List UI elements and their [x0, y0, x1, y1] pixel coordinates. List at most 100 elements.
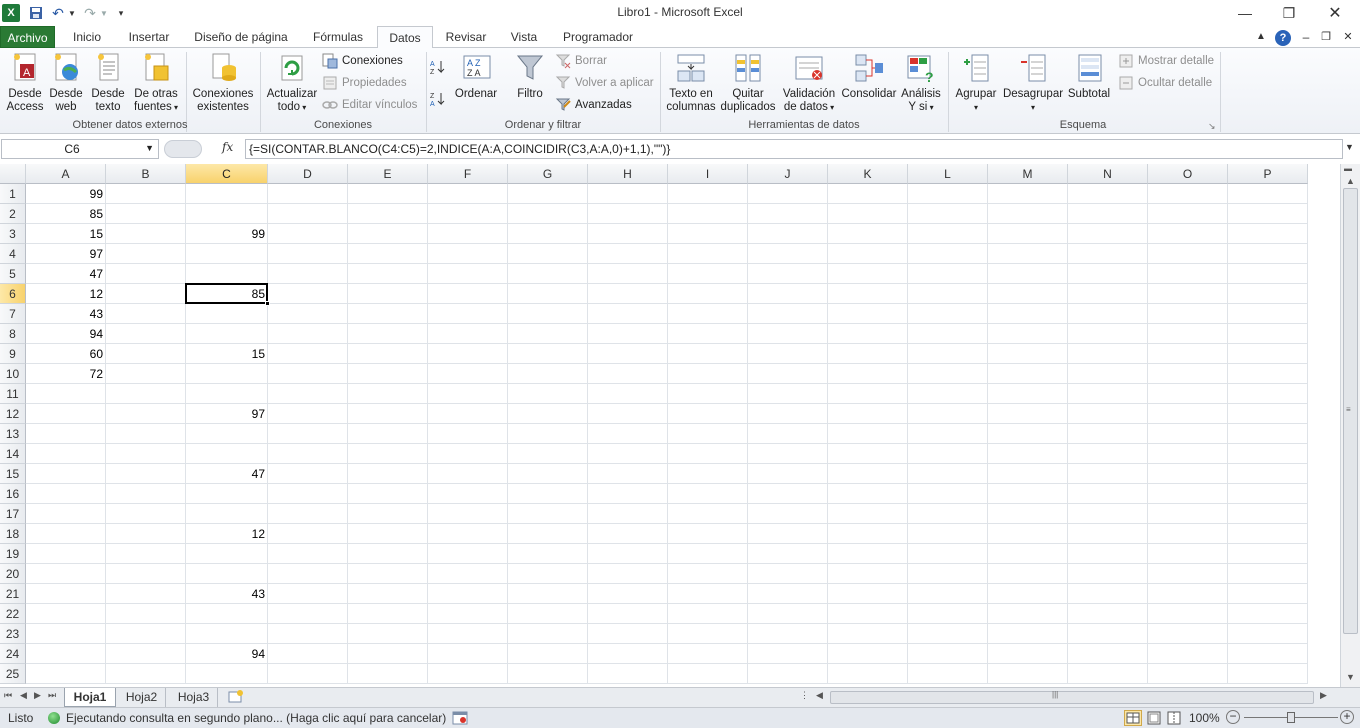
- cell-C21[interactable]: 43: [186, 584, 268, 604]
- cell-C22[interactable]: [186, 604, 268, 624]
- clear-filter-button[interactable]: Borrar: [555, 52, 607, 70]
- last-sheet-icon[interactable]: ⏭: [48, 690, 56, 701]
- cell-A24[interactable]: [26, 644, 106, 664]
- minimize-button[interactable]: —: [1222, 0, 1268, 26]
- edit-links-button[interactable]: Editar vínculos: [322, 96, 417, 114]
- cell-A14[interactable]: [26, 444, 106, 464]
- cell-A1[interactable]: 99: [26, 184, 106, 204]
- tab-inicio[interactable]: Inicio: [62, 26, 112, 48]
- cell-A22[interactable]: [26, 604, 106, 624]
- row-header-13[interactable]: 13: [0, 424, 26, 444]
- row-header-9[interactable]: 9: [0, 344, 26, 364]
- cell-C20[interactable]: [186, 564, 268, 584]
- restore-button[interactable]: ❐: [1266, 0, 1312, 26]
- cell-C9[interactable]: 15: [186, 344, 268, 364]
- cell-C3[interactable]: 99: [186, 224, 268, 244]
- cell-A15[interactable]: [26, 464, 106, 484]
- column-header-I[interactable]: I: [668, 164, 748, 184]
- row-header-4[interactable]: 4: [0, 244, 26, 264]
- row-header-3[interactable]: 3: [0, 224, 26, 244]
- properties-button[interactable]: Propiedades: [322, 74, 407, 92]
- cell-C24[interactable]: 94: [186, 644, 268, 664]
- row-header-18[interactable]: 18: [0, 524, 26, 544]
- row-header-1[interactable]: 1: [0, 184, 26, 204]
- column-header-E[interactable]: E: [348, 164, 428, 184]
- cell-C14[interactable]: [186, 444, 268, 464]
- column-header-H[interactable]: H: [588, 164, 668, 184]
- cell-C13[interactable]: [186, 424, 268, 444]
- scroll-up-icon[interactable]: ▲: [1346, 176, 1355, 186]
- formula-bar-resizer[interactable]: [164, 140, 202, 158]
- vertical-scrollbar[interactable]: ▬ ▲ ≡ ▼: [1340, 164, 1360, 687]
- column-header-J[interactable]: J: [748, 164, 828, 184]
- row-header-16[interactable]: 16: [0, 484, 26, 504]
- scroll-down-icon[interactable]: ▼: [1346, 672, 1355, 682]
- row-header-8[interactable]: 8: [0, 324, 26, 344]
- help-icon[interactable]: ?: [1274, 26, 1292, 48]
- consolidate-button[interactable]: Consolidar: [840, 52, 898, 101]
- cell-C25[interactable]: [186, 664, 268, 684]
- tab-archivo[interactable]: Archivo: [0, 26, 55, 48]
- tab-formulas[interactable]: Fórmulas: [304, 26, 372, 48]
- zoom-slider-thumb[interactable]: [1287, 712, 1295, 723]
- row-header-22[interactable]: 22: [0, 604, 26, 624]
- first-sheet-icon[interactable]: ⏮: [4, 690, 12, 701]
- row-header-12[interactable]: 12: [0, 404, 26, 424]
- refresh-all-button[interactable]: Actualizar todo ▾: [264, 52, 320, 114]
- column-header-A[interactable]: A: [26, 164, 106, 184]
- row-header-24[interactable]: 24: [0, 644, 26, 664]
- select-all-corner[interactable]: [0, 164, 26, 184]
- cell-A17[interactable]: [26, 504, 106, 524]
- spreadsheet-grid[interactable]: A B C D E F G H I J K L M N O P 1 99 2 85 3 15 99 4 97 5 47 6 12 85 7 4…: [0, 164, 1340, 687]
- cell-A2[interactable]: 85: [26, 204, 106, 224]
- existing-connections-button[interactable]: Conexiones existentes: [190, 52, 256, 114]
- from-text-button[interactable]: Desde texto: [88, 52, 128, 114]
- cell-C18[interactable]: 12: [186, 524, 268, 544]
- cell-A11[interactable]: [26, 384, 106, 404]
- column-header-F[interactable]: F: [428, 164, 508, 184]
- next-sheet-icon[interactable]: ▶: [34, 690, 41, 701]
- cell-A5[interactable]: 47: [26, 264, 106, 284]
- formula-input[interactable]: {=SI(CONTAR.BLANCO(C4:C5)=2,INDICE(A:A,C…: [245, 139, 1343, 159]
- tab-split-handle-icon[interactable]: ⋮: [800, 690, 809, 706]
- cell-A3[interactable]: 15: [26, 224, 106, 244]
- row-header-25[interactable]: 25: [0, 664, 26, 684]
- dialog-launcher-icon[interactable]: ↘: [1208, 121, 1216, 132]
- hide-detail-button[interactable]: Ocultar detalle: [1118, 74, 1212, 92]
- row-header-2[interactable]: 2: [0, 204, 26, 224]
- doc-close-icon[interactable]: ✕: [1340, 26, 1356, 48]
- filter-button[interactable]: Filtro: [508, 52, 552, 101]
- cell-C2[interactable]: [186, 204, 268, 224]
- horizontal-scroll-thumb[interactable]: [830, 691, 1314, 704]
- insert-sheet-icon[interactable]: [228, 690, 244, 704]
- tab-datos[interactable]: Datos: [377, 26, 433, 49]
- sheet-tab-hoja1[interactable]: Hoja1: [64, 688, 116, 707]
- row-header-14[interactable]: 14: [0, 444, 26, 464]
- column-header-N[interactable]: N: [1068, 164, 1148, 184]
- cell-A9[interactable]: 60: [26, 344, 106, 364]
- minimize-ribbon-icon[interactable]: ▲: [1254, 26, 1268, 48]
- text-to-columns-button[interactable]: Texto en columnas: [664, 52, 718, 114]
- sort-az-button[interactable]: AZ: [430, 58, 446, 76]
- row-header-15[interactable]: 15: [0, 464, 26, 484]
- row-header-7[interactable]: 7: [0, 304, 26, 324]
- sheet-tab-hoja3[interactable]: Hoja3: [170, 688, 218, 707]
- cell-C15[interactable]: 47: [186, 464, 268, 484]
- subtotal-button[interactable]: Subtotal: [1064, 52, 1114, 101]
- column-header-C[interactable]: C: [186, 164, 268, 184]
- close-button[interactable]: ✕: [1312, 0, 1358, 26]
- cell-C8[interactable]: [186, 324, 268, 344]
- tab-revisar[interactable]: Revisar: [440, 26, 492, 48]
- row-header-19[interactable]: 19: [0, 544, 26, 564]
- doc-restore-icon[interactable]: ❐: [1318, 26, 1334, 48]
- cell-C16[interactable]: [186, 484, 268, 504]
- row-header-6[interactable]: 6: [0, 284, 26, 304]
- tab-programador[interactable]: Programador: [556, 26, 640, 48]
- ungroup-button[interactable]: Desagrupar ▾: [1002, 52, 1064, 114]
- show-detail-button[interactable]: Mostrar detalle: [1118, 52, 1214, 70]
- normal-view-icon[interactable]: [1124, 710, 1142, 726]
- cell-C11[interactable]: [186, 384, 268, 404]
- cell-A25[interactable]: [26, 664, 106, 684]
- what-if-analysis-button[interactable]: ? Análisis Y si ▾: [898, 52, 944, 114]
- scroll-left-icon[interactable]: ◀: [816, 690, 823, 701]
